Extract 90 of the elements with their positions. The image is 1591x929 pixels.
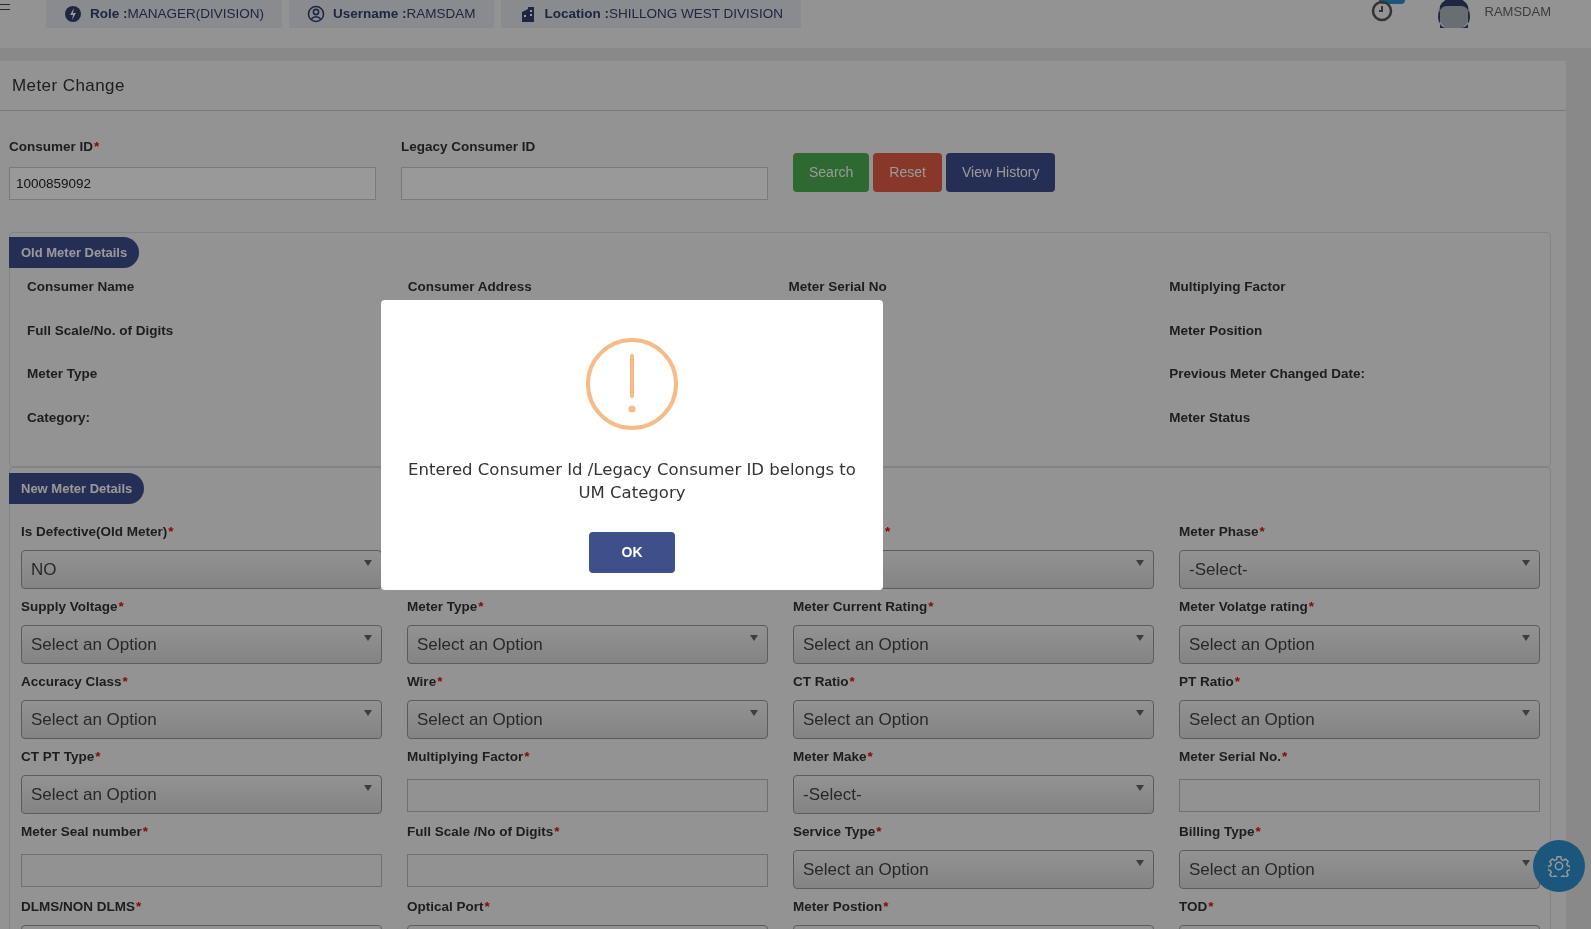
dropdown-arrow-icon: [364, 710, 372, 716]
select-field[interactable]: Select an Option: [21, 700, 382, 739]
dropdown-arrow-icon: [364, 635, 372, 641]
detail-label: Meter Type: [27, 365, 99, 383]
dropdown-arrow-icon: [1522, 710, 1530, 716]
detail-label: Multiplying Factor: [1169, 278, 1287, 296]
field-label: TOD*: [1179, 898, 1215, 916]
field-label: Is Defective(Old Meter)*: [21, 523, 175, 541]
dropdown-arrow-icon: [750, 635, 758, 641]
dropdown-arrow-icon: [750, 710, 758, 716]
dropdown-arrow-icon: [1136, 560, 1144, 566]
detail-label: Full Scale/No. of Digits: [27, 321, 175, 340]
select-field[interactable]: Select an Option: [793, 850, 1154, 889]
detail-label: Meter Serial No: [788, 278, 888, 296]
select-field[interactable]: Select an Option: [407, 700, 768, 739]
dropdown-arrow-icon: [1136, 710, 1144, 716]
section-title: Old Meter Details: [9, 237, 140, 268]
field-label: Meter Seal number*: [21, 823, 150, 841]
select-field[interactable]: -Select-: [793, 775, 1154, 814]
detail-label: Previous Meter Changed Date:: [1169, 365, 1367, 383]
select-field[interactable]: Select an Option: [1179, 850, 1540, 889]
info-text: Username :RAMSDAM: [333, 4, 476, 23]
field-label: Legacy Consumer ID: [401, 138, 537, 156]
field-label: Meter Serial No.*: [1179, 748, 1289, 766]
field-label: PT Ratio*: [1179, 673, 1242, 691]
info-text: Role :MANAGER(DIVISION): [90, 4, 265, 23]
select-field[interactable]: Select an Option: [21, 775, 382, 814]
dropdown-arrow-icon: [1136, 860, 1144, 866]
user-name[interactable]: RAMSDAM: [1484, 2, 1551, 22]
menu-icon[interactable]: [0, 4, 10, 10]
alert-message: Entered Consumer Id /Legacy Consumer ID belongs to UM Category: [407, 459, 857, 504]
page-title: Meter Change: [12, 74, 125, 97]
text-field[interactable]: [1179, 779, 1540, 812]
field-label: Full Scale /No of Digits*: [407, 823, 561, 841]
dropdown-arrow-icon: [1136, 635, 1144, 641]
field-label: CT Ratio*: [793, 673, 856, 691]
ok-button[interactable]: OK: [589, 532, 675, 573]
field-label: Consumer ID*: [9, 138, 101, 156]
text-field[interactable]: [407, 779, 768, 812]
select-field[interactable]: -Select-: [1179, 550, 1540, 589]
select-field[interactable]: NO: [21, 550, 382, 589]
text-field[interactable]: [21, 854, 382, 887]
field-label: Meter Type*: [407, 598, 485, 616]
section-title: New Meter Details: [9, 473, 145, 504]
user-icon: [307, 5, 326, 23]
detail-label: Consumer Name: [27, 278, 136, 296]
detail-label: Consumer Address: [407, 278, 533, 296]
field-label: Meter Volatge rating*: [1179, 598, 1316, 616]
select-field[interactable]: Select an Option: [793, 700, 1154, 739]
field-label: Billing Type*: [1179, 823, 1262, 841]
select-field[interactable]: Select an Option: [793, 625, 1154, 664]
select-field[interactable]: Select an Option: [21, 625, 382, 664]
clock-icon[interactable]: [1370, 0, 1393, 22]
action-button[interactable]: View History: [945, 153, 1056, 192]
settings-icon: [1548, 855, 1570, 877]
dropdown-arrow-icon: [1522, 560, 1530, 566]
info-text: Location :SHILLONG WEST DIVISION: [544, 4, 783, 23]
lightning-icon: [64, 5, 82, 23]
field-label: Optical Port*: [407, 898, 491, 916]
action-button[interactable]: Reset: [873, 153, 942, 192]
field-label: DLMS/NON DLMS*: [21, 898, 143, 916]
notification-badge: [1378, 0, 1405, 4]
detail-label: Category:: [27, 408, 91, 427]
field-label: Accuracy Class*: [21, 673, 129, 691]
field-label: Meter Make*: [793, 748, 874, 766]
field-label: Wire*: [407, 673, 444, 691]
dropdown-arrow-icon: [1522, 860, 1530, 866]
select-field[interactable]: Select an Option: [1179, 700, 1540, 739]
dropdown-arrow-icon: [364, 785, 372, 791]
dropdown-arrow-icon: [1522, 635, 1530, 641]
detail-label: Meter Status: [1169, 408, 1252, 427]
settings-button[interactable]: [1533, 840, 1585, 892]
field-label: Meter Postion*: [793, 898, 890, 916]
action-button[interactable]: Search: [793, 153, 870, 192]
text-field[interactable]: 1000859092: [9, 167, 376, 200]
field-label: Multiplying Factor*: [407, 748, 531, 766]
field-label: Meter Current Rating*: [793, 598, 935, 616]
text-field[interactable]: [401, 167, 768, 200]
field-label: Supply Voltage*: [21, 598, 125, 616]
text-field[interactable]: [407, 854, 768, 887]
select-field[interactable]: Select an Option: [1179, 625, 1540, 664]
field-label: CT PT Type*: [21, 748, 102, 766]
dropdown-arrow-icon: [1136, 785, 1144, 791]
field-label: Meter Phase*: [1179, 523, 1266, 541]
detail-label: Meter Position: [1169, 321, 1264, 340]
warning-icon: [586, 338, 678, 430]
field-label: Service Type*: [793, 823, 883, 841]
field-label: *: [884, 523, 892, 541]
dropdown-arrow-icon: [364, 560, 372, 566]
select-field[interactable]: Select an Option: [407, 625, 768, 664]
